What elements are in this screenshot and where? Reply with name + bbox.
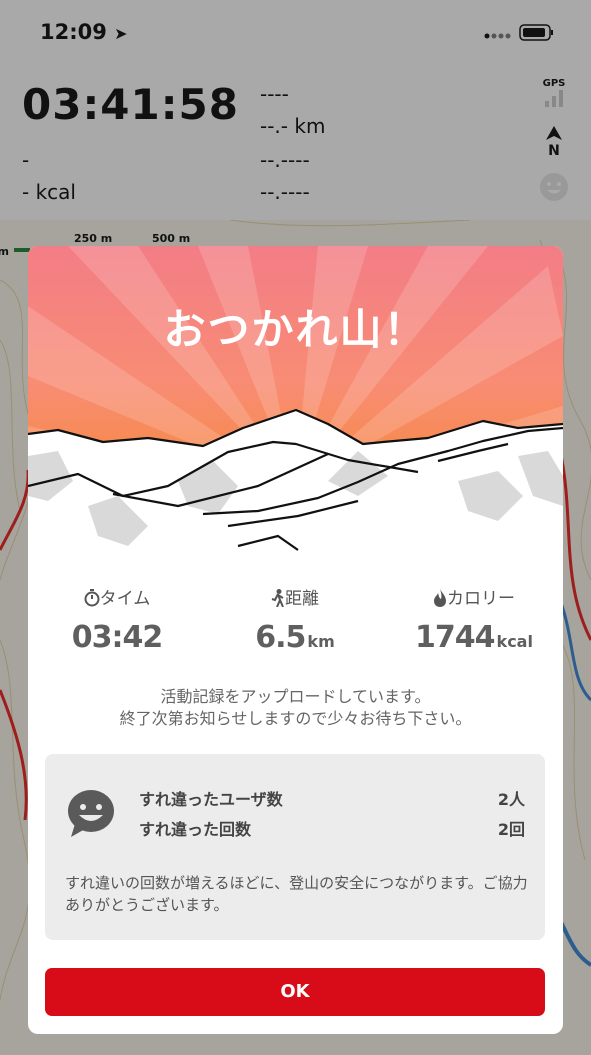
scale-label-500: 500 m: [152, 232, 191, 245]
gps-label: GPS: [542, 78, 566, 89]
encounter-users-label: すれ違ったユーザ数: [139, 790, 283, 809]
walker-icon: [271, 589, 284, 608]
upload-message: 活動記録をアップロードしています。 終了次第お知らせしますので少々お待ち下さい。: [28, 686, 563, 730]
summit-modal: おつかれ山！ タイム 03:42 距離 6.5 km カロリー 1744 kca…: [28, 246, 563, 1034]
smiley-chat-icon: [68, 790, 114, 837]
stat-distance-label-text: 距離: [285, 589, 319, 609]
tracker-header: 12:09 ➤ 03:41:58 - - kcal ---- --.- km -…: [0, 0, 591, 220]
stat-time: タイム 03:42: [28, 586, 206, 655]
stat-calorie-label: カロリー: [385, 586, 563, 612]
stat-calorie-number: 1744: [415, 620, 495, 655]
stat-distance-value: 6.5 km: [206, 620, 384, 655]
side-icons: GPS N: [537, 78, 571, 206]
stat-time-number: 03:42: [71, 620, 163, 655]
stat-time-label-text: タイム: [99, 589, 151, 609]
stat-calorie-label-text: カロリー: [447, 589, 515, 609]
encounter-count-label: すれ違った回数: [139, 820, 252, 839]
scale-label-250: 250 m: [74, 232, 113, 245]
encounter-count-value: 2回: [497, 820, 525, 839]
stat-distance-number: 6.5: [255, 620, 306, 655]
encounter-panel: すれ違ったユーザ数 2人 すれ違った回数 2回 すれ違いの回数が増えるほどに、登…: [45, 754, 545, 940]
stat-calorie: カロリー 1744 kcal: [385, 586, 563, 655]
scale-label-0: 0 mm: [0, 245, 9, 258]
north-arrow-icon: [546, 126, 562, 140]
ok-button[interactable]: OK: [45, 968, 545, 1016]
upload-message-line-1: 活動記録をアップロードしています。: [160, 687, 431, 706]
status-indicators: [483, 22, 563, 46]
status-time: 12:09 ➤: [40, 20, 128, 44]
flame-icon: [434, 589, 446, 607]
location-arrow-icon: ➤: [114, 24, 128, 43]
stat-time-value: 03:42: [28, 620, 206, 655]
stat-time-label: タイム: [28, 586, 206, 612]
north-label: N: [548, 143, 560, 159]
longitude-value: --.----: [260, 180, 310, 204]
encounter-count-row: すれ違った回数 2回: [139, 816, 525, 840]
encounter-note: すれ違いの回数が増えるほどに、登山の安全につながります。ご協力ありがとうございま…: [65, 874, 528, 914]
elapsed-timer: 03:41:58: [22, 80, 239, 129]
stat-distance: 距離 6.5 km: [206, 586, 384, 655]
encounter-face-icon[interactable]: [539, 172, 569, 202]
status-time-text: 12:09: [40, 20, 107, 44]
info-line-1: ----: [260, 82, 289, 106]
signal-battery-icon: [484, 24, 553, 41]
stat-distance-label: 距離: [206, 586, 384, 612]
modal-title: おつかれ山！: [163, 305, 428, 354]
stat-calorie-value: 1744 kcal: [385, 620, 563, 655]
gps-signal-icon: [545, 90, 563, 107]
hero-banner: おつかれ山！: [28, 246, 563, 551]
stat-calorie-unit: kcal: [496, 632, 533, 651]
encounter-users-row: すれ違ったユーザ数 2人: [139, 786, 525, 810]
stat-distance-unit: km: [307, 632, 335, 651]
upload-message-line-2: 終了次第お知らせしますので少々お待ち下さい。: [119, 709, 472, 728]
mountain-illustration: [28, 246, 563, 551]
distance-value: --.- km: [260, 114, 326, 138]
compass-button[interactable]: N: [537, 125, 571, 158]
encounter-users-value: 2人: [497, 790, 525, 809]
activity-stats: タイム 03:42 距離 6.5 km カロリー 1744 kcal: [28, 586, 563, 666]
calorie-value: - kcal: [22, 180, 76, 204]
altitude-value: -: [22, 148, 30, 172]
gps-indicator: GPS: [537, 78, 571, 107]
stopwatch-icon: [84, 589, 100, 607]
latitude-value: --.----: [260, 148, 310, 172]
